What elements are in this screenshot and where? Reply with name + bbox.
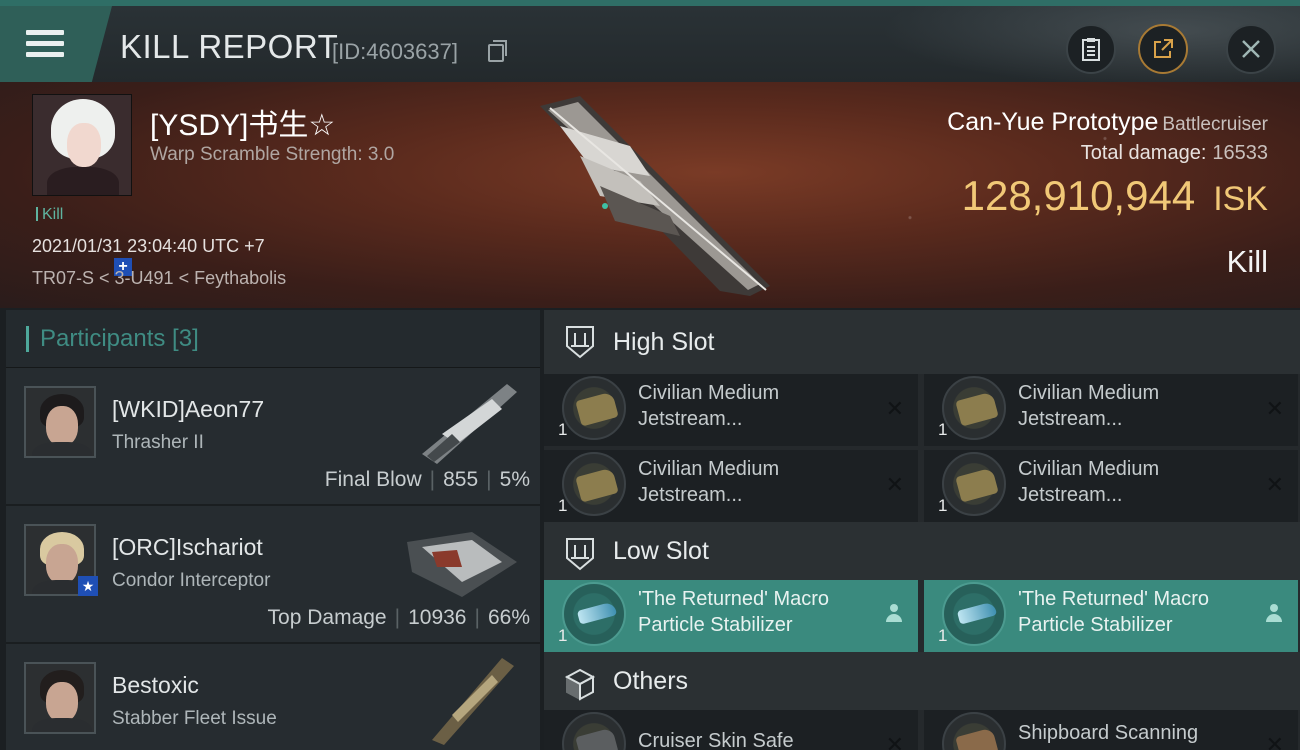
participant-row[interactable]: ★ [ORC]Ischariot Condor Interceptor Top … [6, 506, 540, 644]
destroyed-icon: ✕ [1265, 732, 1284, 750]
participant-avatar[interactable] [24, 386, 96, 458]
module-slot[interactable]: 1 Civilian Medium Jetstream... ✕ [924, 374, 1298, 446]
others-label: Others [613, 667, 689, 695]
low-slot-icon [566, 538, 594, 571]
others-grid: Cruiser Skin Safe ✕ Shipboard Scanning ✕ [544, 710, 1300, 750]
victim-name[interactable]: [YSDY]书生☆ [150, 100, 335, 144]
participant-stats: Final Blow | 855 | 5% [324, 468, 530, 491]
participant-name: Bestoxic [112, 672, 199, 698]
others-header: Others [544, 652, 1300, 710]
kill-location[interactable]: TR07-S < 3-U491 < Feythabolis [32, 268, 286, 289]
report-id: [ID:4603637] [332, 39, 458, 64]
participants-panel: Participants [3] [WKID]Aeon77 Thrasher I… [6, 310, 540, 750]
victim-ship-name[interactable]: Can-Yue Prototype Battlecruiser [947, 108, 1268, 137]
high-slot-header: High Slot [544, 310, 1300, 374]
destroyed-icon: ✕ [1265, 396, 1284, 421]
dropped-person-icon [886, 604, 902, 622]
module-icon [562, 452, 626, 516]
module-icon [942, 376, 1006, 440]
module-slot[interactable]: 1 Civilian Medium Jetstream... ✕ [544, 374, 918, 446]
module-icon [562, 582, 626, 646]
victim-avatar[interactable] [32, 94, 132, 196]
kill-datetime: 2021/01/31 23:04:40 UTC +7 [32, 236, 265, 256]
high-slot-label: High Slot [613, 328, 715, 356]
module-slot[interactable]: 1 Civilian Medium Jetstream... ✕ [544, 450, 918, 522]
module-icon [562, 712, 626, 750]
module-quantity: 1 [938, 626, 948, 645]
participant-ship: Stabber Fleet Issue [112, 708, 277, 729]
module-name: Civilian Medium Jetstream... [638, 382, 780, 430]
participant-ship-image [407, 532, 517, 597]
module-name: Civilian Medium Jetstream... [1018, 458, 1160, 506]
low-slot-header: Low Slot [544, 522, 1300, 580]
module-quantity: 1 [558, 496, 568, 515]
victim-ship-image [540, 96, 770, 296]
kill-tag: Kill [36, 206, 63, 224]
module-quantity: 1 [558, 420, 568, 439]
module-slot[interactable]: 1 'The Returned' Macro Particle Stabiliz… [924, 580, 1298, 652]
participants-header[interactable]: Participants [3] [6, 310, 540, 368]
module-quantity: 1 [558, 626, 568, 645]
participant-name: [ORC]Ischariot [112, 534, 263, 560]
module-name: Cruiser Skin Safe [638, 730, 794, 750]
clipboard-button[interactable] [1066, 24, 1116, 74]
hamburger-icon [26, 30, 64, 58]
low-slot-label: Low Slot [613, 537, 709, 565]
participant-avatar[interactable] [24, 662, 96, 734]
low-slot-grid: 1 'The Returned' Macro Particle Stabiliz… [544, 580, 1300, 652]
cargo-box-icon [564, 668, 596, 701]
module-name: Shipboard Scanning [1018, 722, 1199, 744]
module-name: Civilian Medium Jetstream... [638, 458, 780, 506]
ship-class: Battlecruiser [1162, 114, 1268, 135]
clipboard-icon [1082, 38, 1100, 61]
kill-result: Kill [1226, 244, 1268, 279]
menu-button[interactable] [0, 6, 112, 82]
participant-ship-image [432, 658, 514, 745]
module-slot[interactable]: 1 'The Returned' Macro Particle Stabiliz… [544, 580, 918, 652]
destroyed-icon: ✕ [885, 472, 904, 497]
page-title: KILL REPORT [120, 28, 339, 65]
module-name: 'The Returned' Macro Particle Stabilizer [638, 588, 830, 636]
destroyed-icon: ✕ [885, 732, 904, 750]
total-damage: Total damage: 16533 [1080, 142, 1268, 164]
close-icon [1242, 40, 1260, 58]
isk-value: 128,910,944 ISK [961, 172, 1268, 219]
share-icon [1154, 39, 1173, 58]
warp-scramble-strength: Warp Scramble Strength: 3.0 [150, 144, 395, 165]
share-button[interactable] [1138, 24, 1188, 74]
module-slot[interactable]: Cruiser Skin Safe ✕ [544, 710, 918, 750]
participants-title: Participants [3] [40, 325, 199, 352]
module-icon [942, 582, 1006, 646]
participant-name: [WKID]Aeon77 [112, 396, 265, 422]
module-slot[interactable]: 1 Civilian Medium Jetstream... ✕ [924, 450, 1298, 522]
participant-row[interactable]: Bestoxic Stabber Fleet Issue [6, 644, 540, 750]
participant-ship: Thrasher II [112, 432, 204, 453]
module-icon [942, 712, 1006, 750]
module-icon [562, 376, 626, 440]
dropped-person-icon [1266, 604, 1282, 622]
high-slot-icon [566, 326, 594, 359]
module-quantity: 1 [938, 420, 948, 439]
top-bar: KILL REPORT [ID:4603637] [0, 0, 1300, 88]
fitting-panel: High Slot 1 Civilian Medium Jetstream...… [544, 310, 1300, 750]
copy-icon[interactable] [488, 40, 507, 62]
module-icon [942, 452, 1006, 516]
destroyed-icon: ✕ [1265, 472, 1284, 497]
victim-summary: + [YSDY]书生☆ Warp Scramble Strength: 3.0 … [0, 82, 1300, 308]
close-button[interactable] [1226, 24, 1276, 74]
destroyed-icon: ✕ [885, 396, 904, 421]
module-name: 'The Returned' Macro Particle Stabilizer [1018, 588, 1210, 636]
high-slot-grid: 1 Civilian Medium Jetstream... ✕ 1 Civil… [544, 374, 1300, 522]
participant-ship-image [422, 384, 517, 464]
module-slot[interactable]: Shipboard Scanning ✕ [924, 710, 1298, 750]
participant-stats: Top Damage | 10936 | 66% [267, 606, 530, 629]
module-name: Civilian Medium Jetstream... [1018, 382, 1160, 430]
module-quantity: 1 [938, 496, 948, 515]
participant-row[interactable]: [WKID]Aeon77 Thrasher II Final Blow | 855 |… [6, 368, 540, 506]
participant-ship: Condor Interceptor [112, 570, 271, 591]
star-badge-icon: ★ [78, 576, 98, 596]
